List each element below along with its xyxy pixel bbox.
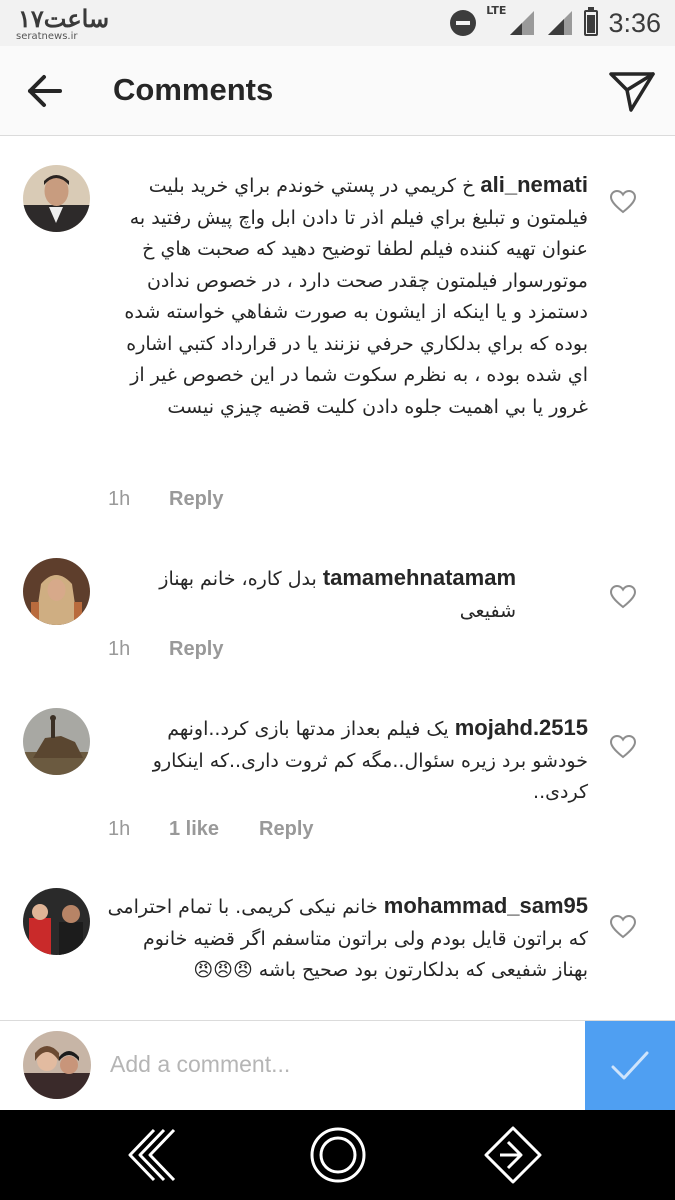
status-bar: ۱۷ساعت seratnews.ir LTE 3:36 <box>0 0 675 46</box>
nav-back-icon <box>128 1128 176 1182</box>
watermark-logo: ۱۷ساعت <box>18 4 110 33</box>
comment-username[interactable]: mojahd.2515 <box>455 715 588 740</box>
comments-list[interactable]: ali_nemati خ كريمي در پستي خوندم براي خر… <box>0 137 675 1020</box>
comment-meta: 1h Reply <box>108 488 223 511</box>
do-not-disturb-icon <box>450 10 477 36</box>
heart-icon[interactable] <box>609 914 637 940</box>
comment-time: 1h <box>108 638 131 660</box>
heart-icon[interactable] <box>609 189 637 215</box>
comment-body: mojahd.2515 یک فیلم بعداز مدتها بازی کرد… <box>106 712 588 809</box>
comment-input[interactable] <box>110 1041 570 1087</box>
system-nav-bar <box>0 1110 675 1200</box>
comment-item: mohammad_sam95 خانم نیکی کریمی. با تمام … <box>0 867 675 1020</box>
comment-body: ali_nemati خ كريمي در پستي خوندم براي خر… <box>106 169 588 423</box>
reply-button[interactable]: Reply <box>169 638 223 661</box>
comment-time: 1h <box>108 488 131 510</box>
reply-button[interactable]: Reply <box>169 488 223 511</box>
comment-username[interactable]: tamamehnatamam <box>323 565 516 590</box>
page-title: Comments <box>113 72 274 107</box>
comment-username[interactable]: ali_nemati <box>480 172 588 197</box>
app-header: Comments <box>0 46 675 136</box>
comment-meta: 1h 1 like Reply <box>108 818 314 841</box>
comment-body: mohammad_sam95 خانم نیکی کریمی. با تمام … <box>106 890 588 987</box>
comment-item: ali_nemati خ كريمي در پستي خوندم براي خر… <box>0 137 675 537</box>
paper-plane-icon <box>609 72 655 112</box>
comment-username[interactable]: mohammad_sam95 <box>384 893 588 918</box>
user-avatar-image <box>23 708 90 775</box>
nav-home-icon <box>310 1127 366 1183</box>
comment-item: mojahd.2515 یک فیلم بعداز مدتها بازی کرد… <box>0 687 675 867</box>
comment-body: tamamehnatamam بدل کاره، خانم بهناز شفیع… <box>106 562 516 627</box>
battery-icon <box>584 7 599 36</box>
post-comment-button[interactable] <box>585 1021 675 1111</box>
avatar[interactable] <box>23 888 90 955</box>
avatar[interactable] <box>23 165 90 232</box>
heart-icon[interactable] <box>609 734 637 760</box>
nav-recents-button[interactable] <box>478 1122 548 1188</box>
comment-item: tamamehnatamam بدل کاره، خانم بهناز شفیع… <box>0 537 675 687</box>
nav-back-button[interactable] <box>118 1122 188 1188</box>
signal-icon <box>548 11 573 35</box>
nav-home-button[interactable] <box>303 1122 373 1188</box>
comment-composer <box>0 1020 675 1111</box>
avatar <box>23 1031 91 1099</box>
heart-icon[interactable] <box>609 584 637 610</box>
status-icons: LTE 3:36 <box>450 4 661 40</box>
arrow-left-icon <box>28 75 62 107</box>
avatar[interactable] <box>23 558 90 625</box>
signal-lte-icon <box>510 11 535 35</box>
clock: 3:36 <box>608 7 661 38</box>
back-button[interactable] <box>20 68 70 114</box>
watermark: ۱۷ساعت seratnews.ir <box>14 4 110 44</box>
checkmark-icon <box>611 1051 649 1080</box>
comment-text: خ كريمي در پستي خوندم براي خريد بليت فيل… <box>124 175 588 418</box>
user-avatar-image <box>23 558 90 625</box>
avatar[interactable] <box>23 708 90 775</box>
direct-message-button[interactable] <box>607 68 657 114</box>
network-type: LTE <box>486 4 507 17</box>
watermark-url: seratnews.ir <box>16 31 78 42</box>
own-avatar-image <box>23 1031 91 1099</box>
nav-recents-icon <box>484 1126 542 1184</box>
user-avatar-image <box>23 888 90 955</box>
user-avatar-image <box>23 165 90 232</box>
comment-meta: 1h Reply <box>108 638 223 661</box>
comment-time: 1h <box>108 818 131 840</box>
comment-likes[interactable]: 1 like <box>169 818 219 841</box>
reply-button[interactable]: Reply <box>259 818 313 841</box>
